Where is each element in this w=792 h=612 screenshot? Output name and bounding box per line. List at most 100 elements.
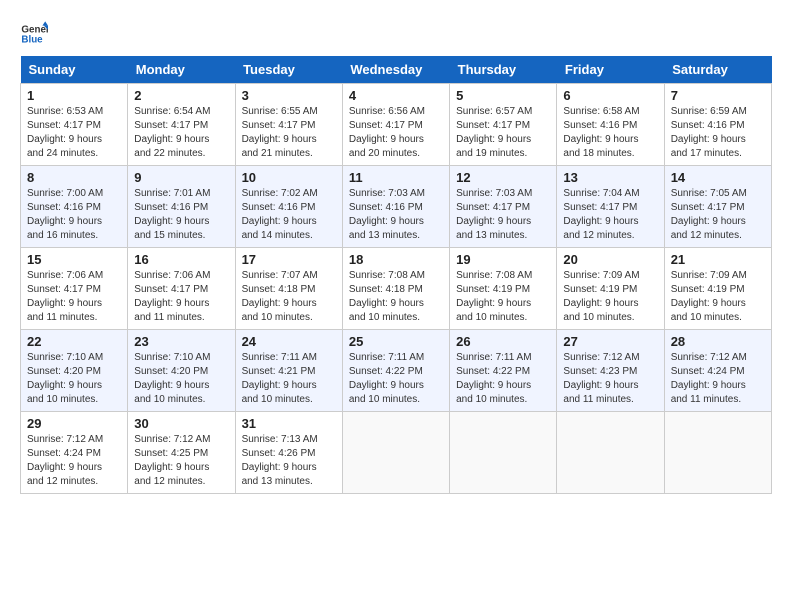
day-info: Sunrise: 7:05 AMSunset: 4:17 PMDaylight:… — [671, 188, 747, 241]
day-info: Sunrise: 6:54 AMSunset: 4:17 PMDaylight:… — [134, 106, 210, 159]
calendar-cell: 2 Sunrise: 6:54 AMSunset: 4:17 PMDayligh… — [128, 84, 235, 166]
day-info: Sunrise: 7:12 AMSunset: 4:24 PMDaylight:… — [27, 434, 103, 487]
day-number: 3 — [242, 88, 336, 103]
day-number: 15 — [27, 252, 121, 267]
weekday-header-tuesday: Tuesday — [235, 56, 342, 84]
day-info: Sunrise: 7:11 AMSunset: 4:22 PMDaylight:… — [456, 352, 531, 405]
svg-text:Blue: Blue — [21, 34, 43, 45]
calendar-cell: 22 Sunrise: 7:10 AMSunset: 4:20 PMDaylig… — [21, 330, 128, 412]
calendar-cell: 30 Sunrise: 7:12 AMSunset: 4:25 PMDaylig… — [128, 412, 235, 494]
day-info: Sunrise: 7:12 AMSunset: 4:23 PMDaylight:… — [563, 352, 639, 405]
calendar-cell: 6 Sunrise: 6:58 AMSunset: 4:16 PMDayligh… — [557, 84, 664, 166]
calendar-cell: 29 Sunrise: 7:12 AMSunset: 4:24 PMDaylig… — [21, 412, 128, 494]
day-info: Sunrise: 7:03 AMSunset: 4:16 PMDaylight:… — [349, 188, 425, 241]
day-number: 22 — [27, 334, 121, 349]
calendar-week-row: 1 Sunrise: 6:53 AMSunset: 4:17 PMDayligh… — [21, 84, 772, 166]
weekday-header-sunday: Sunday — [21, 56, 128, 84]
day-info: Sunrise: 6:53 AMSunset: 4:17 PMDaylight:… — [27, 106, 103, 159]
day-number: 23 — [134, 334, 228, 349]
calendar-cell: 1 Sunrise: 6:53 AMSunset: 4:17 PMDayligh… — [21, 84, 128, 166]
day-number: 17 — [242, 252, 336, 267]
day-number: 1 — [27, 88, 121, 103]
day-number: 20 — [563, 252, 657, 267]
day-info: Sunrise: 7:01 AMSunset: 4:16 PMDaylight:… — [134, 188, 210, 241]
calendar-cell: 11 Sunrise: 7:03 AMSunset: 4:16 PMDaylig… — [342, 166, 449, 248]
day-number: 14 — [671, 170, 765, 185]
day-number: 30 — [134, 416, 228, 431]
weekday-header-wednesday: Wednesday — [342, 56, 449, 84]
day-info: Sunrise: 7:09 AMSunset: 4:19 PMDaylight:… — [671, 270, 747, 323]
calendar-week-row: 29 Sunrise: 7:12 AMSunset: 4:24 PMDaylig… — [21, 412, 772, 494]
day-number: 19 — [456, 252, 550, 267]
calendar-cell: 5 Sunrise: 6:57 AMSunset: 4:17 PMDayligh… — [450, 84, 557, 166]
day-number: 16 — [134, 252, 228, 267]
weekday-header-friday: Friday — [557, 56, 664, 84]
day-info: Sunrise: 6:55 AMSunset: 4:17 PMDaylight:… — [242, 106, 318, 159]
calendar-cell: 31 Sunrise: 7:13 AMSunset: 4:26 PMDaylig… — [235, 412, 342, 494]
day-info: Sunrise: 6:59 AMSunset: 4:16 PMDaylight:… — [671, 106, 747, 159]
calendar-week-row: 22 Sunrise: 7:10 AMSunset: 4:20 PMDaylig… — [21, 330, 772, 412]
logo: General Blue — [20, 20, 52, 48]
calendar-cell: 23 Sunrise: 7:10 AMSunset: 4:20 PMDaylig… — [128, 330, 235, 412]
calendar-cell: 3 Sunrise: 6:55 AMSunset: 4:17 PMDayligh… — [235, 84, 342, 166]
day-info: Sunrise: 6:58 AMSunset: 4:16 PMDaylight:… — [563, 106, 639, 159]
day-info: Sunrise: 7:09 AMSunset: 4:19 PMDaylight:… — [563, 270, 639, 323]
calendar-cell: 9 Sunrise: 7:01 AMSunset: 4:16 PMDayligh… — [128, 166, 235, 248]
calendar-cell: 14 Sunrise: 7:05 AMSunset: 4:17 PMDaylig… — [664, 166, 771, 248]
calendar-cell: 21 Sunrise: 7:09 AMSunset: 4:19 PMDaylig… — [664, 248, 771, 330]
day-number: 7 — [671, 88, 765, 103]
calendar-cell: 12 Sunrise: 7:03 AMSunset: 4:17 PMDaylig… — [450, 166, 557, 248]
calendar-week-row: 8 Sunrise: 7:00 AMSunset: 4:16 PMDayligh… — [21, 166, 772, 248]
day-info: Sunrise: 7:11 AMSunset: 4:21 PMDaylight:… — [242, 352, 317, 405]
calendar-cell: 10 Sunrise: 7:02 AMSunset: 4:16 PMDaylig… — [235, 166, 342, 248]
weekday-header-monday: Monday — [128, 56, 235, 84]
day-number: 18 — [349, 252, 443, 267]
day-number: 13 — [563, 170, 657, 185]
day-info: Sunrise: 7:02 AMSunset: 4:16 PMDaylight:… — [242, 188, 318, 241]
calendar-cell: 27 Sunrise: 7:12 AMSunset: 4:23 PMDaylig… — [557, 330, 664, 412]
day-info: Sunrise: 7:12 AMSunset: 4:24 PMDaylight:… — [671, 352, 747, 405]
day-info: Sunrise: 6:57 AMSunset: 4:17 PMDaylight:… — [456, 106, 532, 159]
calendar-cell: 28 Sunrise: 7:12 AMSunset: 4:24 PMDaylig… — [664, 330, 771, 412]
day-info: Sunrise: 7:13 AMSunset: 4:26 PMDaylight:… — [242, 434, 318, 487]
calendar-table: SundayMondayTuesdayWednesdayThursdayFrid… — [20, 56, 772, 494]
calendar-cell: 7 Sunrise: 6:59 AMSunset: 4:16 PMDayligh… — [664, 84, 771, 166]
calendar-cell: 8 Sunrise: 7:00 AMSunset: 4:16 PMDayligh… — [21, 166, 128, 248]
day-info: Sunrise: 7:11 AMSunset: 4:22 PMDaylight:… — [349, 352, 424, 405]
calendar-week-row: 15 Sunrise: 7:06 AMSunset: 4:17 PMDaylig… — [21, 248, 772, 330]
day-number: 27 — [563, 334, 657, 349]
day-number: 24 — [242, 334, 336, 349]
day-info: Sunrise: 6:56 AMSunset: 4:17 PMDaylight:… — [349, 106, 425, 159]
day-info: Sunrise: 7:03 AMSunset: 4:17 PMDaylight:… — [456, 188, 532, 241]
calendar-cell: 25 Sunrise: 7:11 AMSunset: 4:22 PMDaylig… — [342, 330, 449, 412]
calendar-cell — [450, 412, 557, 494]
day-number: 28 — [671, 334, 765, 349]
calendar-cell: 17 Sunrise: 7:07 AMSunset: 4:18 PMDaylig… — [235, 248, 342, 330]
day-info: Sunrise: 7:08 AMSunset: 4:19 PMDaylight:… — [456, 270, 532, 323]
calendar-cell: 26 Sunrise: 7:11 AMSunset: 4:22 PMDaylig… — [450, 330, 557, 412]
day-info: Sunrise: 7:00 AMSunset: 4:16 PMDaylight:… — [27, 188, 103, 241]
day-number: 4 — [349, 88, 443, 103]
calendar-cell: 20 Sunrise: 7:09 AMSunset: 4:19 PMDaylig… — [557, 248, 664, 330]
calendar-cell — [664, 412, 771, 494]
weekday-header-thursday: Thursday — [450, 56, 557, 84]
day-info: Sunrise: 7:12 AMSunset: 4:25 PMDaylight:… — [134, 434, 210, 487]
day-info: Sunrise: 7:04 AMSunset: 4:17 PMDaylight:… — [563, 188, 639, 241]
calendar-cell: 19 Sunrise: 7:08 AMSunset: 4:19 PMDaylig… — [450, 248, 557, 330]
calendar-cell: 16 Sunrise: 7:06 AMSunset: 4:17 PMDaylig… — [128, 248, 235, 330]
day-number: 26 — [456, 334, 550, 349]
calendar-cell — [342, 412, 449, 494]
day-number: 5 — [456, 88, 550, 103]
day-number: 21 — [671, 252, 765, 267]
calendar-cell: 15 Sunrise: 7:06 AMSunset: 4:17 PMDaylig… — [21, 248, 128, 330]
day-info: Sunrise: 7:07 AMSunset: 4:18 PMDaylight:… — [242, 270, 318, 323]
page-header: General Blue — [20, 20, 772, 48]
day-number: 10 — [242, 170, 336, 185]
day-info: Sunrise: 7:10 AMSunset: 4:20 PMDaylight:… — [134, 352, 210, 405]
day-number: 9 — [134, 170, 228, 185]
day-number: 6 — [563, 88, 657, 103]
day-number: 29 — [27, 416, 121, 431]
day-number: 8 — [27, 170, 121, 185]
day-number: 2 — [134, 88, 228, 103]
day-info: Sunrise: 7:08 AMSunset: 4:18 PMDaylight:… — [349, 270, 425, 323]
